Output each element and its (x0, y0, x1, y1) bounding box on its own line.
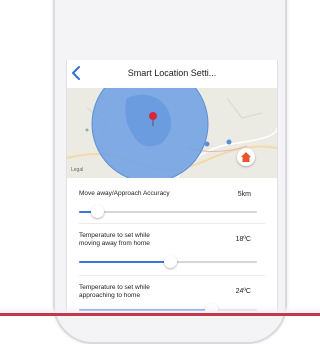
slider-thumb[interactable] (163, 255, 177, 268)
away-temperature-slider[interactable] (79, 255, 257, 268)
accuracy-value: 5km (237, 191, 251, 198)
location-map[interactable]: Legal (67, 88, 277, 178)
slider-thumb[interactable] (90, 205, 104, 218)
away-temperature-label: Temperature to set while moving away fro… (79, 232, 150, 247)
bottom-fade (0, 306, 320, 313)
approach-temperature-value: 24ºC (235, 288, 251, 295)
slider-fill (79, 261, 170, 263)
away-temperature-setting: Temperature to set while moving away fro… (67, 224, 277, 275)
accuracy-setting: Move away/Approach Accuracy 5km (67, 178, 277, 223)
legal-label[interactable]: Legal (71, 167, 83, 173)
navigation-bar: Smart Location Setti... (67, 60, 277, 88)
away-temperature-value: 18ºC (235, 236, 251, 243)
location-pin-icon (149, 112, 157, 126)
page-title: Smart Location Setti... (127, 68, 217, 78)
accuracy-slider[interactable] (79, 205, 257, 218)
app-screen: Smart Location Setti... Legal Move away/… (66, 60, 278, 316)
home-icon (241, 152, 251, 162)
home-location-button[interactable] (237, 148, 255, 166)
accuracy-label: Move away/Approach Accuracy (79, 190, 170, 197)
approach-temperature-label: Temperature to set while approaching to … (79, 284, 150, 299)
